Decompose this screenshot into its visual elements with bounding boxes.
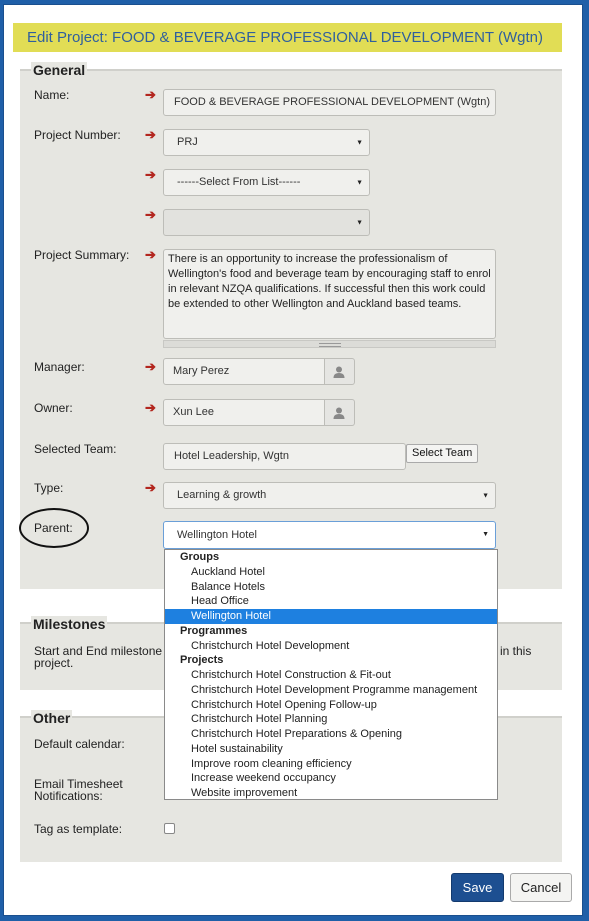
parent-value: Wellington Hotel bbox=[177, 529, 257, 541]
manager-picker-button[interactable] bbox=[325, 358, 355, 385]
project-number-label: Project Number: bbox=[34, 128, 121, 142]
select-from-list-value: ------Select From List------ bbox=[177, 176, 301, 188]
required-arrow-icon: ➔ bbox=[145, 359, 156, 374]
required-arrow-icon: ➔ bbox=[145, 247, 156, 262]
parent-label: Parent: bbox=[34, 521, 73, 535]
dialog-title: Edit Project: FOOD & BEVERAGE PROFESSION… bbox=[13, 23, 562, 52]
option-project[interactable]: Increase weekend occupancy bbox=[165, 771, 497, 786]
caret-down-icon: ▼ bbox=[356, 139, 363, 146]
option-project[interactable]: Christchurch Hotel Preparations & Openin… bbox=[165, 727, 497, 742]
project-number-select[interactable]: PRJ ▼ bbox=[163, 129, 370, 156]
optgroup-projects: Projects bbox=[180, 654, 224, 667]
owner-label: Owner: bbox=[34, 401, 73, 415]
required-arrow-icon: ➔ bbox=[145, 167, 156, 182]
required-arrow-icon: ➔ bbox=[145, 87, 156, 102]
type-label: Type: bbox=[34, 481, 64, 495]
person-icon bbox=[333, 407, 345, 419]
tag-as-template-checkbox[interactable] bbox=[164, 823, 175, 834]
person-icon bbox=[333, 366, 345, 378]
option-project[interactable]: Christchurch Hotel Construction & Fit-ou… bbox=[165, 668, 497, 683]
required-arrow-icon: ➔ bbox=[145, 207, 156, 222]
select-team-button[interactable]: Select Team bbox=[406, 444, 479, 463]
name-input[interactable]: FOOD & BEVERAGE PROFESSIONAL DEVELOPMENT… bbox=[163, 89, 496, 116]
other-legend: Other bbox=[31, 710, 73, 726]
third-select-dropdown[interactable]: ▼ bbox=[163, 209, 370, 236]
option-christchurch-hotel-development[interactable]: Christchurch Hotel Development bbox=[165, 639, 497, 654]
project-number-value: PRJ bbox=[177, 136, 198, 148]
caret-down-icon: ▼ bbox=[482, 492, 489, 499]
manager-label: Manager: bbox=[34, 360, 85, 374]
milestones-legend: Milestones bbox=[31, 616, 108, 632]
textarea-resize-handle[interactable] bbox=[163, 340, 496, 348]
parent-select[interactable]: Wellington Hotel ▼ bbox=[163, 521, 496, 549]
optgroup-groups: Groups bbox=[180, 551, 220, 563]
owner-input[interactable]: Xun Lee bbox=[163, 399, 325, 426]
cancel-button[interactable]: Cancel bbox=[510, 873, 572, 902]
option-project[interactable]: Christchurch Hotel Opening Follow-up bbox=[165, 698, 497, 713]
type-value: Learning & growth bbox=[177, 489, 267, 501]
project-summary-label: Project Summary: bbox=[34, 248, 130, 262]
edit-project-dialog: Edit Project: FOOD & BEVERAGE PROFESSION… bbox=[3, 4, 583, 916]
save-button[interactable]: Save bbox=[451, 873, 504, 902]
select-from-list-dropdown[interactable]: ------Select From List------ ▼ bbox=[163, 169, 370, 196]
option-balance-hotels[interactable]: Balance Hotels bbox=[165, 580, 497, 595]
option-project[interactable]: Christchurch Hotel Planning bbox=[165, 712, 497, 727]
default-calendar-label: Default calendar: bbox=[34, 737, 125, 751]
project-summary-textarea[interactable]: There is an opportunity to increase the … bbox=[163, 249, 496, 339]
option-auckland-hotel[interactable]: Auckland Hotel bbox=[165, 565, 497, 580]
caret-down-icon: ▼ bbox=[482, 531, 489, 538]
option-project[interactable]: Hotel sustainability bbox=[165, 742, 497, 757]
caret-down-icon: ▼ bbox=[356, 219, 363, 226]
caret-down-icon: ▼ bbox=[356, 179, 363, 186]
manager-input[interactable]: Mary Perez bbox=[163, 358, 325, 385]
selected-team-label: Selected Team: bbox=[34, 442, 117, 456]
optgroup-programmes: Programmes bbox=[180, 624, 248, 637]
email-notifications-label-line2: Notifications: bbox=[34, 789, 103, 803]
option-wellington-hotel[interactable]: Wellington Hotel bbox=[165, 609, 497, 624]
selected-team-input[interactable]: Hotel Leadership, Wgtn bbox=[163, 443, 406, 470]
milestones-text-line2: project. bbox=[34, 656, 74, 670]
option-head-office[interactable]: Head Office bbox=[165, 594, 497, 609]
general-legend: General bbox=[31, 62, 88, 78]
required-arrow-icon: ➔ bbox=[145, 127, 156, 142]
owner-picker-button[interactable] bbox=[325, 399, 355, 426]
type-select[interactable]: Learning & growth ▼ bbox=[163, 482, 496, 509]
option-project[interactable]: Improve room cleaning efficiency bbox=[165, 757, 497, 772]
option-project[interactable]: Christchurch Hotel Development Programme… bbox=[165, 683, 497, 698]
name-label: Name: bbox=[34, 88, 70, 102]
required-arrow-icon: ➔ bbox=[145, 400, 156, 415]
required-arrow-icon: ➔ bbox=[145, 480, 156, 495]
tag-as-template-label: Tag as template: bbox=[34, 822, 123, 836]
milestones-text-right: in this bbox=[500, 644, 532, 658]
option-project[interactable]: Website improvement bbox=[165, 786, 497, 801]
parent-dropdown-list[interactable]: Groups Auckland Hotel Balance Hotels Hea… bbox=[164, 549, 498, 800]
